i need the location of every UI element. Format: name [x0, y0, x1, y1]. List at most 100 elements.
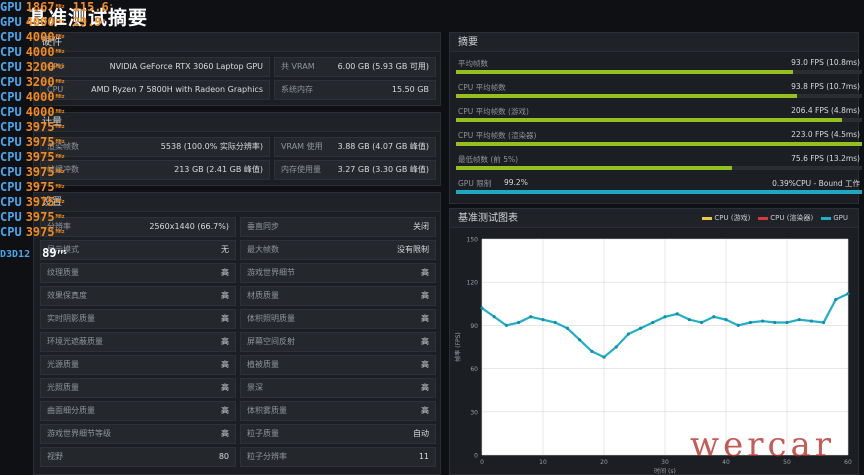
data-point [663, 315, 667, 319]
usage-label: 内存使用量 [281, 165, 321, 174]
mem-label: 系统内存 [281, 85, 313, 94]
data-point [724, 318, 728, 322]
usage-label: VRAM 使用 [281, 142, 323, 151]
setting-value: 高 [221, 337, 229, 346]
overlay-unit: MHz [55, 79, 65, 85]
overlay-row: CPU 3975MHz [0, 120, 65, 135]
settings-row: 材质质量 高 [240, 286, 436, 306]
summary-row: GPU 限制 99.2% 0.39%CPU - Bound 工作 [456, 177, 862, 199]
usage-value: 5538 (100.0% 实际分辨率) [160, 142, 263, 151]
overlay-row: CPU 3975MHz [0, 210, 65, 225]
overlay-frequency: 4000 [25, 105, 55, 119]
data-point [480, 306, 484, 310]
legend-label: CPU (游戏) [714, 214, 751, 222]
setting-value: 80 [218, 452, 229, 461]
overlay-unit: MHz [55, 124, 65, 130]
legend-swatch [702, 216, 713, 220]
data-point [797, 318, 801, 322]
overlay-unit: MHz [55, 169, 65, 175]
summary-value: 0.39%CPU - Bound 工作 [772, 179, 860, 188]
settings-row: 显示模式无 [40, 240, 236, 260]
settings-row: 粒子分辨率 11 [240, 447, 436, 467]
overlay-frequency: 4000 [25, 30, 55, 44]
overlay-fps-unit: FPS [57, 250, 67, 256]
usage-title: 计量 [34, 113, 440, 132]
usage-row: 帧缓冲数 213 GB (2.41 GB 峰值) [40, 160, 270, 180]
legend-label: GPU [833, 214, 848, 222]
setting-label: 粒子分辨率 [247, 452, 287, 461]
usage-row: VRAM 使用 3.88 GB (4.07 GB 峰值) [274, 137, 436, 157]
data-point [590, 349, 594, 353]
usage-row: 内存使用量 3.27 GB (3.30 GB 峰值) [274, 160, 436, 180]
summary-row: CPU 平均帧数 93.8 FPS (10.7ms) [456, 81, 862, 103]
setting-label: 视野 [47, 452, 63, 461]
setting-label: 曲面细分质量 [47, 406, 95, 415]
setting-label: 光源质量 [47, 360, 79, 369]
overlay-device: CPU [0, 135, 22, 149]
summary-row: 平均帧数 93.0 FPS (10.8ms) [456, 57, 862, 79]
data-point [553, 320, 557, 325]
overlay-unit: MHz [55, 184, 65, 190]
usage-value: 3.27 GB (3.30 GB 峰值) [337, 165, 429, 174]
data-point [651, 320, 655, 325]
overlay-frequency: 3975 [25, 225, 55, 239]
summary-row: CPU 平均帧数 (游戏) 206.4 FPS (4.8ms) [456, 105, 862, 127]
overlay-device: CPU [0, 180, 22, 194]
usage-value: 213 GB (2.41 GB 峰值) [174, 165, 263, 174]
setting-label: 屏幕空间反射 [247, 337, 295, 346]
y-tick-label: 90 [470, 323, 478, 330]
overlay-unit: MHz [55, 64, 65, 70]
setting-label: 体积照明质量 [247, 314, 295, 323]
overlay-row: CPU 3975MHz [0, 180, 65, 195]
overlay-device: CPU [0, 195, 22, 209]
settings-row: 光源质量 高 [40, 355, 236, 375]
hardware-title: 硬件 [34, 33, 440, 52]
setting-label: 粒子质量 [247, 429, 279, 438]
data-point [565, 326, 569, 330]
setting-value: 高 [421, 268, 429, 277]
summary-value: 93.8 FPS (10.7ms) [791, 82, 860, 91]
vram-label: 共 VRAM [281, 62, 315, 71]
overlay-unit: MHz [55, 34, 65, 40]
settings-panel: 设置 分辨率 2560x1440 (66.7%) 垂直同步 关闭 显示模式无 最大帧数 没有… [33, 192, 441, 475]
setting-value: 2560x1440 (66.7%) [149, 222, 229, 231]
overlay-device: CPU [0, 30, 22, 44]
overlay-frequency: 4000 [25, 90, 55, 104]
overlay-frequency: 3975 [25, 120, 55, 134]
summary-label: CPU 平均帧数 (游戏) [458, 107, 529, 116]
data-point [639, 326, 643, 330]
overlay-unit: MHz [55, 49, 65, 55]
summary-label: CPU 平均帧数 (渲染器) [458, 131, 537, 140]
data-point [614, 345, 618, 349]
overlay-row: GPU 1867MHz 115.6° [0, 0, 113, 15]
overlay-device: CPU [0, 210, 22, 224]
overlay-unit: MHz [55, 4, 65, 10]
gpu-row: GPU NVIDIA GeForce RTX 3060 Laptop GPU [40, 57, 270, 77]
overlay-frequency: 3200 [25, 60, 55, 74]
summary-row: CPU 平均帧数 (渲染器) 223.0 FPS (4.5ms) [456, 129, 862, 151]
legend-label: CPU (渲染器) [770, 214, 814, 222]
overlay-device: CPU [0, 75, 22, 89]
setting-label: 体积雾质量 [247, 406, 287, 415]
settings-row: 景深 高 [240, 378, 436, 398]
summary-label: GPU 限制 [458, 179, 492, 188]
overlay-device: CPU [0, 60, 22, 74]
setting-label: 植被质量 [247, 360, 279, 369]
overlay-device: GPU [0, 15, 22, 29]
settings-row: 游戏世界细节等级 高 [40, 424, 236, 444]
data-point [785, 320, 789, 325]
x-axis-label: 时间 (s) [654, 467, 676, 475]
summary-bar-track [456, 94, 862, 98]
overlay-device: CPU [0, 105, 22, 119]
data-point [492, 315, 496, 319]
summary-label: CPU 平均帧数 [458, 83, 506, 92]
data-point [822, 320, 826, 325]
summary-row: 最低帧数 (前 5%) 75.6 FPS (13.2ms) [456, 153, 862, 175]
y-tick-label: 30 [470, 409, 478, 416]
data-point [712, 315, 716, 319]
setting-label: 材质质量 [247, 291, 279, 300]
summary-bar-fill [456, 166, 733, 170]
summary-value: 93.0 FPS (10.8ms) [791, 58, 860, 67]
settings-row: 分辨率 2560x1440 (66.7%) [40, 217, 236, 237]
setting-value: 高 [421, 337, 429, 346]
